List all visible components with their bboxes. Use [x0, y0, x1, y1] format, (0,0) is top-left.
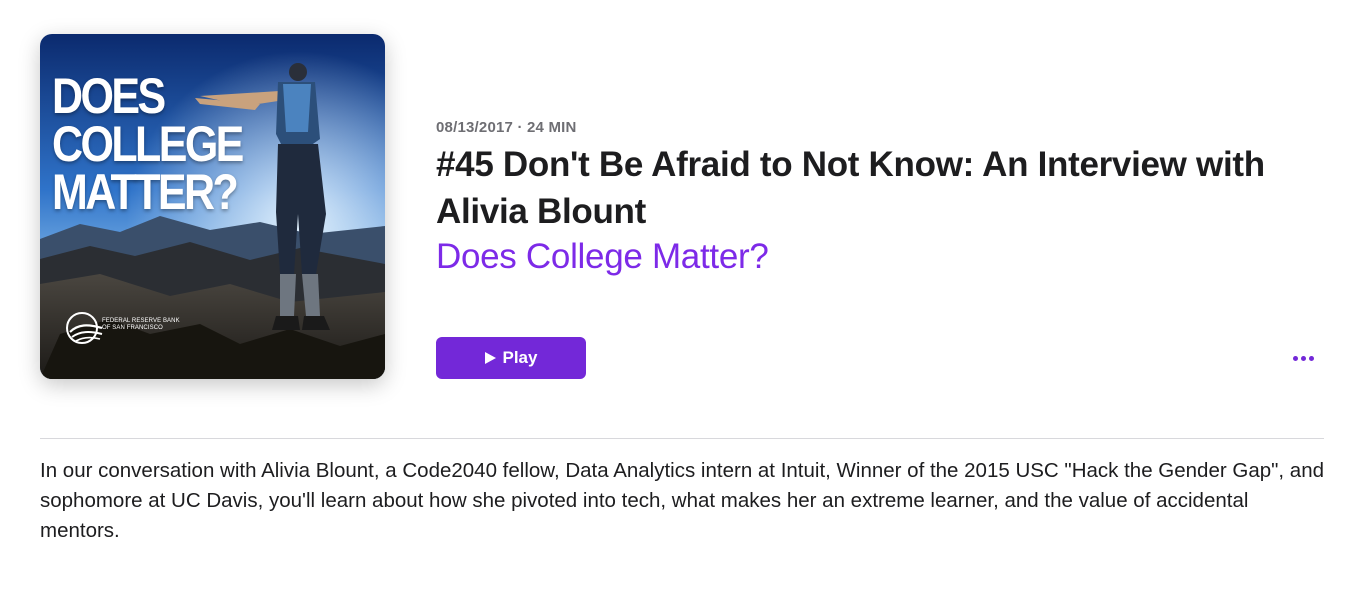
more-icon-dot — [1308, 355, 1314, 361]
artwork-org-line-1: FEDERAL RESERVE BANK — [102, 318, 180, 324]
federal-reserve-logo-icon — [66, 312, 103, 344]
section-divider — [40, 438, 1324, 439]
artwork-org-name: FEDERAL RESERVE BANK OF SAN FRANCISCO — [102, 318, 192, 332]
show-name-link[interactable]: Does College Matter? — [436, 235, 769, 279]
artwork-org-line-2: OF SAN FRANCISCO — [102, 325, 163, 331]
more-icon-dot — [1300, 355, 1306, 361]
artwork-title-line-2: COLLEGE — [52, 116, 244, 172]
artwork-title-line-1: DOES — [52, 68, 166, 124]
more-icon — [1292, 355, 1298, 361]
more-options-button[interactable] — [1288, 345, 1318, 371]
podcast-artwork: DOES COLLEGE MATTER? FEDERAL RESERVE BAN… — [40, 34, 385, 379]
artwork-title-line-3: MATTER? — [52, 164, 239, 220]
episode-title: #45 Don't Be Afraid to Not Know: An Inte… — [436, 145, 1265, 231]
play-button-label: Play — [502, 348, 538, 367]
episode-description: In our conversation with Alivia Blount, … — [40, 459, 1324, 542]
artwork-title: DOES COLLEGE MATTER? — [52, 68, 250, 220]
episode-date-duration: 08/13/2017 · 24 MIN — [436, 119, 577, 136]
play-icon — [484, 352, 496, 364]
play-button[interactable]: Play — [436, 337, 586, 379]
